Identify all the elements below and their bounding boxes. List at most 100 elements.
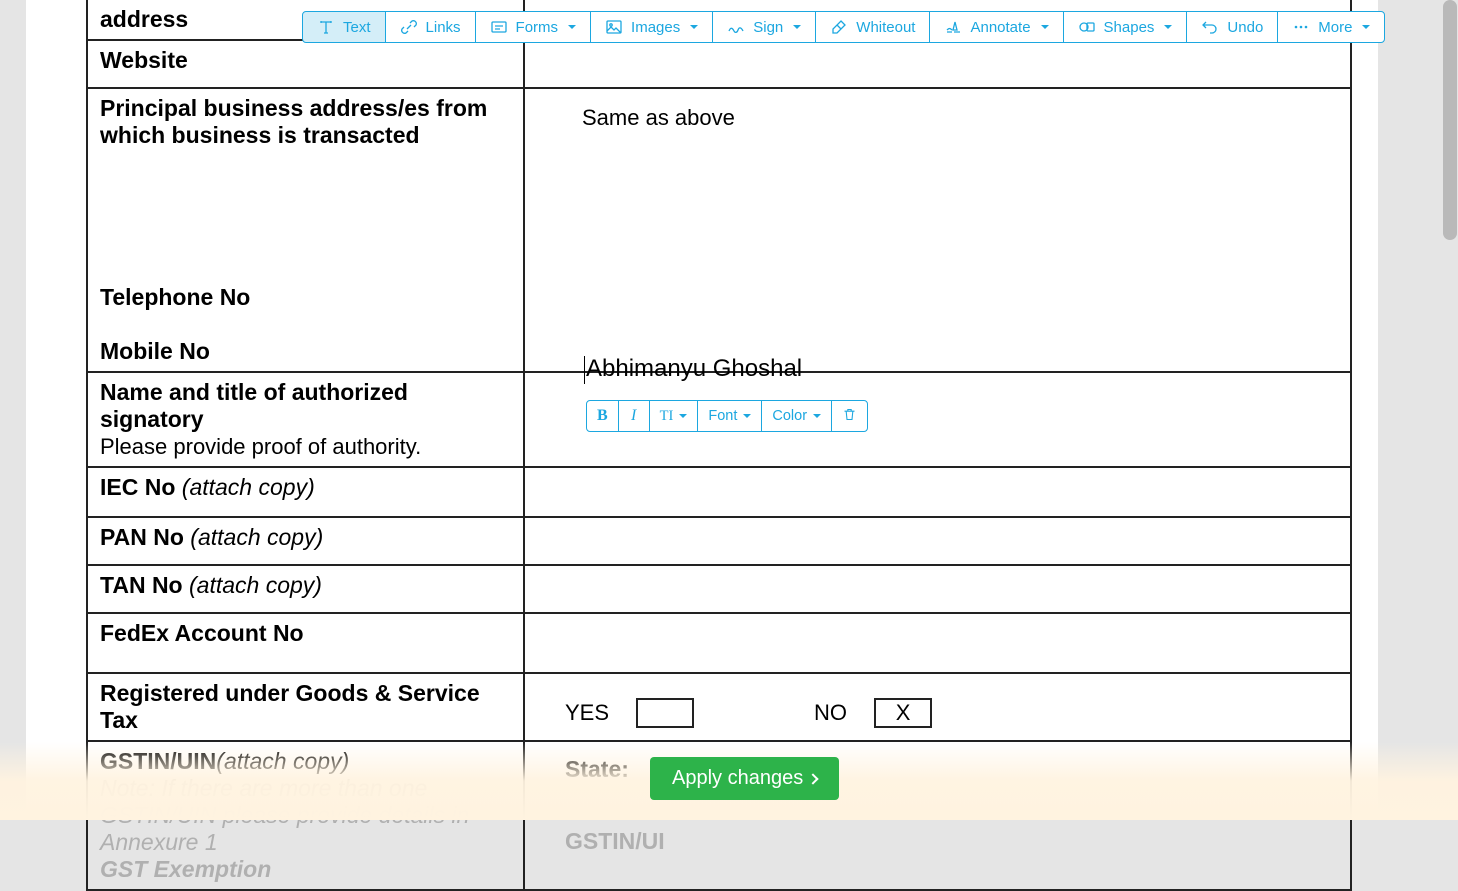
whiteout-label: Whiteout	[856, 19, 915, 36]
apply-changes-button[interactable]: Apply changes	[650, 757, 839, 800]
more-button[interactable]: More	[1277, 11, 1385, 43]
principal-value: Same as above	[537, 95, 1338, 131]
gstin-label-cell: GSTIN/UIN(attach copy) Note: If there ar…	[87, 741, 524, 890]
forms-label: Forms	[516, 19, 559, 36]
italic-icon: I	[631, 407, 636, 425]
annotate-icon	[944, 18, 962, 36]
sign-label: Sign	[753, 19, 783, 36]
link-icon	[400, 18, 418, 36]
gstin-note2: Note: If there are more than one GSTIN/U…	[100, 775, 469, 855]
chevron-down-icon	[793, 25, 801, 29]
text-label: Text	[343, 19, 371, 36]
iec-value[interactable]	[524, 467, 1351, 517]
text-cursor	[584, 356, 585, 384]
links-label: Links	[426, 19, 461, 36]
pan-label-cell: PAN No (attach copy)	[87, 517, 524, 565]
text-tool-button[interactable]: Text	[302, 11, 386, 43]
table-row: IEC No (attach copy)	[87, 467, 1351, 517]
eraser-icon	[830, 18, 848, 36]
gstin-sublabel: GSTIN/UI	[537, 828, 1338, 855]
more-label: More	[1318, 19, 1352, 36]
gstin-note: (attach copy)	[216, 748, 349, 774]
undo-button[interactable]: Undo	[1186, 11, 1278, 43]
image-icon	[605, 18, 623, 36]
mobile-label: Mobile No	[100, 338, 210, 364]
document-page: Text Links Forms Images Sign	[26, 0, 1378, 820]
principal-label: Principal business address/es from which…	[100, 95, 511, 149]
images-button[interactable]: Images	[590, 11, 713, 43]
iec-note: (attach copy)	[182, 474, 315, 500]
table-row: FedEx Account No	[87, 613, 1351, 673]
table-row: Website	[87, 40, 1351, 88]
chevron-down-icon	[813, 414, 821, 418]
gstin-value-cell[interactable]: State: GSTIN/UI	[524, 741, 1351, 890]
more-icon	[1292, 18, 1310, 36]
signatory-label-cell: Name and title of authorized signatory P…	[87, 372, 524, 467]
forms-button[interactable]: Forms	[475, 11, 592, 43]
chevron-down-icon	[1362, 25, 1370, 29]
images-label: Images	[631, 19, 680, 36]
color-label: Color	[772, 408, 807, 424]
main-toolbar: Text Links Forms Images Sign	[302, 11, 1385, 43]
text-icon	[317, 18, 335, 36]
bold-icon: B	[597, 407, 608, 425]
bold-button[interactable]: B	[586, 400, 619, 432]
scrollbar[interactable]	[1443, 0, 1457, 240]
annotate-button[interactable]: Annotate	[929, 11, 1063, 43]
delete-text-button[interactable]	[831, 400, 868, 432]
no-label: NO	[814, 700, 847, 726]
undo-icon	[1201, 18, 1219, 36]
tan-note: (attach copy)	[189, 572, 322, 598]
chevron-down-icon	[679, 414, 687, 418]
annotate-label: Annotate	[970, 19, 1030, 36]
sign-button[interactable]: Sign	[712, 11, 816, 43]
chevron-right-icon	[808, 773, 819, 784]
pan-value[interactable]	[524, 517, 1351, 565]
text-size-button[interactable]: TI	[649, 400, 699, 432]
italic-button[interactable]: I	[618, 400, 650, 432]
pan-label: PAN No	[100, 524, 190, 550]
gst-value-cell: YES NO X	[524, 673, 1351, 741]
whiteout-button[interactable]: Whiteout	[815, 11, 930, 43]
no-checkbox[interactable]: X	[874, 698, 932, 728]
shapes-icon	[1078, 18, 1096, 36]
gst-label: Registered under Goods & Service Tax	[87, 673, 524, 741]
fedex-label: FedEx Account No	[87, 613, 524, 673]
color-button[interactable]: Color	[761, 400, 832, 432]
links-button[interactable]: Links	[385, 11, 476, 43]
chevron-down-icon	[1164, 25, 1172, 29]
text-edit-field[interactable]: Abhimanyu Ghoshal	[586, 355, 802, 383]
telephone-label: Telephone No	[100, 284, 250, 310]
chevron-down-icon	[743, 414, 751, 418]
table-row: Registered under Goods & Service Tax YES…	[87, 673, 1351, 741]
tan-value[interactable]	[524, 565, 1351, 613]
principal-label-cell: Principal business address/es from which…	[87, 88, 524, 372]
iec-label: IEC No	[100, 474, 182, 500]
iec-label-cell: IEC No (attach copy)	[87, 467, 524, 517]
forms-icon	[490, 18, 508, 36]
fedex-value[interactable]	[524, 613, 1351, 673]
size-icon: TI	[660, 408, 674, 425]
font-label: Font	[708, 408, 737, 424]
pan-note: (attach copy)	[190, 524, 323, 550]
trash-icon	[842, 407, 857, 426]
chevron-down-icon	[690, 25, 698, 29]
table-row: TAN No (attach copy)	[87, 565, 1351, 613]
gstin-label: GSTIN/UIN	[100, 748, 216, 774]
website-label: Website	[87, 40, 524, 88]
table-row: PAN No (attach copy)	[87, 517, 1351, 565]
tan-label: TAN No	[100, 572, 189, 598]
tan-label-cell: TAN No (attach copy)	[87, 565, 524, 613]
signatory-label: Name and title of authorized signatory	[100, 379, 408, 432]
yes-checkbox[interactable]	[636, 698, 694, 728]
gst-exempt-label: GST Exemption	[100, 856, 271, 882]
undo-label: Undo	[1227, 19, 1263, 36]
principal-value-cell[interactable]: Same as above	[524, 88, 1351, 372]
font-button[interactable]: Font	[697, 400, 762, 432]
sign-icon	[727, 18, 745, 36]
yes-label: YES	[565, 700, 609, 726]
table-row: Principal business address/es from which…	[87, 88, 1351, 372]
website-value[interactable]	[524, 40, 1351, 88]
shapes-button[interactable]: Shapes	[1063, 11, 1188, 43]
chevron-down-icon	[568, 25, 576, 29]
